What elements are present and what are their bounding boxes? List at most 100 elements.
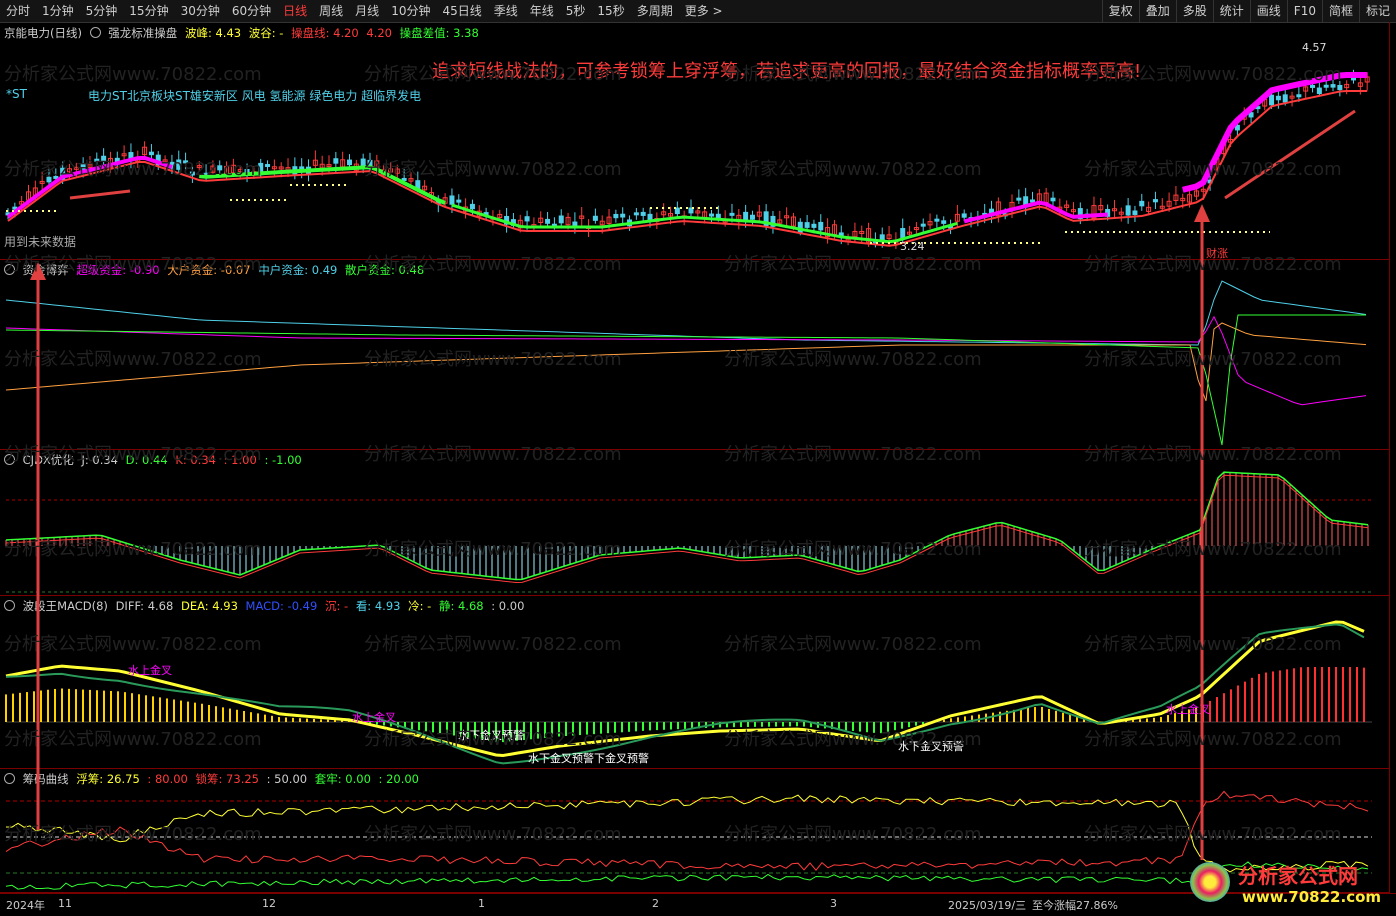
pink-ribbon-2 [963, 200, 1108, 224]
period-tab-16[interactable]: 更多 > [679, 0, 729, 22]
macd-signal-3: 水下金叉预警 [458, 729, 524, 742]
period-tab-4[interactable]: 30分钟 [175, 0, 226, 22]
trend-line [7, 90, 1368, 247]
candle-body [189, 171, 195, 176]
candle-body [217, 165, 223, 171]
candle-body [961, 213, 967, 218]
chip-trap-line [5, 861, 1369, 890]
chip-panel[interactable]: 筹码曲线 浮筹: 26.75 : 80.00 锁筹: 73.25 : 50.00… [0, 769, 1390, 893]
candle-body [360, 158, 366, 167]
period-tab-14[interactable]: 15秒 [591, 0, 630, 22]
macd-macd: MACD: -0.49 [245, 599, 318, 613]
cjdx-name[interactable]: CJDX优化 [23, 453, 74, 467]
period-tab-3[interactable]: 15分钟 [123, 0, 174, 22]
candle-body [620, 213, 626, 218]
candle-body [558, 215, 564, 224]
cjdx-panel[interactable]: CJDX优化 J: 0.34 D: 0.44 K: 0.34 : 1.00 : … [0, 450, 1390, 596]
candle-body [53, 175, 59, 179]
candle-body [1016, 197, 1022, 201]
fund-big: 大户资金: -0.07 [167, 263, 251, 277]
chip-name[interactable]: 筹码曲线 [23, 772, 69, 786]
candle-body [1337, 84, 1343, 91]
main-header: 京能电力(日线) 强龙标准操盘 波峰: 4.43 波谷: - 操盘线: 4.20… [4, 25, 483, 41]
macd-jing: 静: 4.68 [438, 599, 484, 613]
diff-value: 操盘差值: 3.38 [399, 26, 479, 40]
fund-toggle-icon[interactable] [4, 264, 15, 275]
period-tab-9[interactable]: 10分钟 [385, 0, 436, 22]
candle-body [183, 160, 189, 164]
candle-body [941, 220, 947, 224]
candle-body [1282, 94, 1288, 103]
st-tag: *ST [6, 87, 27, 101]
macd-chart[interactable] [0, 596, 1390, 768]
fund-super-line [5, 315, 1367, 406]
candle-body [1310, 84, 1316, 88]
fund-panel[interactable]: 资金博弈 超级资金: -0.90 大户资金: -0.07 中户资金: 0.49 … [0, 260, 1390, 450]
stock-name[interactable]: 京能电力(日线) [4, 26, 82, 40]
macd-kan: 看: 4.93 [355, 599, 401, 613]
tool-button-3[interactable]: 统计 [1212, 0, 1250, 22]
period-tab-15[interactable]: 多周期 [631, 0, 679, 22]
macd-dea: DEA: 4.93 [180, 599, 238, 613]
right-scale [1389, 22, 1396, 892]
axis-2: 2 [652, 897, 659, 910]
candle-body [920, 223, 926, 227]
indicator-toggle-icon[interactable] [89, 27, 101, 38]
candle-body [524, 216, 530, 222]
tool-button-4[interactable]: 画线 [1249, 0, 1287, 22]
fund-chart[interactable] [0, 260, 1390, 449]
line-value-2: 4.20 [366, 26, 392, 40]
candle-body [572, 221, 578, 226]
macd-signal-6: 水上金叉 [1166, 703, 1210, 716]
chip-chart[interactable] [0, 769, 1390, 892]
axis-12: 12 [262, 897, 276, 910]
cjdx-toggle-icon[interactable] [4, 454, 15, 465]
candle-body [1275, 95, 1281, 101]
period-tab-10[interactable]: 45日线 [436, 0, 487, 22]
macd-panel[interactable]: 波段王MACD(8) DIFF: 4.68 DEA: 4.93 MACD: -0… [0, 596, 1390, 769]
cjdx-v2: : -1.00 [264, 453, 302, 467]
period-tab-11[interactable]: 季线 [488, 0, 524, 22]
candle-body [456, 199, 462, 203]
period-tab-1[interactable]: 1分钟 [36, 0, 80, 22]
period-tab-5[interactable]: 60分钟 [226, 0, 277, 22]
period-tab-8[interactable]: 月线 [349, 0, 385, 22]
macd-signal-1: 水上金叉 [128, 664, 172, 677]
candle-body [818, 221, 824, 231]
candle-body [1050, 197, 1056, 202]
macd-toggle-icon[interactable] [4, 600, 15, 611]
candle-body [449, 195, 455, 205]
candle-body [1296, 94, 1302, 98]
macd-signal-2: 水上金叉 [352, 711, 396, 724]
period-tab-12[interactable]: 年线 [524, 0, 560, 22]
candle-body [1316, 87, 1322, 95]
period-tab-13[interactable]: 5秒 [560, 0, 592, 22]
candle-body [879, 234, 885, 241]
tool-button-1[interactable]: 叠加 [1138, 0, 1176, 22]
tool-button-2[interactable]: 多股 [1175, 0, 1213, 22]
chip-toggle-icon[interactable] [4, 773, 15, 784]
fund-name[interactable]: 资金博弈 [23, 263, 69, 277]
period-tab-2[interactable]: 5分钟 [80, 0, 124, 22]
cjdx-header: CJDX优化 J: 0.34 D: 0.44 K: 0.34 : 1.00 : … [4, 452, 306, 468]
candle-body [633, 212, 639, 216]
candle-body [729, 212, 735, 216]
period-toolbar: 分时 1分钟 5分钟 15分钟 30分钟 60分钟 日线 周线 月线 10分钟 45日线 季线 年线 5秒… [0, 0, 1396, 23]
period-tab-0[interactable]: 分时 [0, 0, 36, 22]
indicator-name[interactable]: 强龙标准操盘 [108, 26, 177, 40]
candle-body [715, 213, 721, 219]
cjdx-j: J: 0.34 [81, 453, 118, 467]
tool-button-7[interactable]: 标记 [1358, 0, 1396, 22]
period-tab-7[interactable]: 周线 [313, 0, 349, 22]
candle-body [1351, 77, 1357, 81]
tool-button-0[interactable]: 复权 [1101, 0, 1139, 22]
fund-super: 超级资金: -0.90 [76, 263, 160, 277]
macd-name[interactable]: 波段王MACD(8) [23, 599, 108, 613]
cjdx-chart[interactable] [0, 450, 1390, 595]
period-tab-6[interactable]: 日线 [277, 0, 313, 22]
tool-button-6[interactable]: 简框 [1321, 0, 1359, 22]
main-chart-panel[interactable]: 京能电力(日线) 强龙标准操盘 波峰: 4.43 波谷: - 操盘线: 4.20… [0, 23, 1390, 260]
tool-button-5[interactable]: F10 [1286, 0, 1322, 22]
axis-3: 3 [830, 897, 837, 910]
logo-text: 分析家公式网 [1238, 864, 1358, 888]
